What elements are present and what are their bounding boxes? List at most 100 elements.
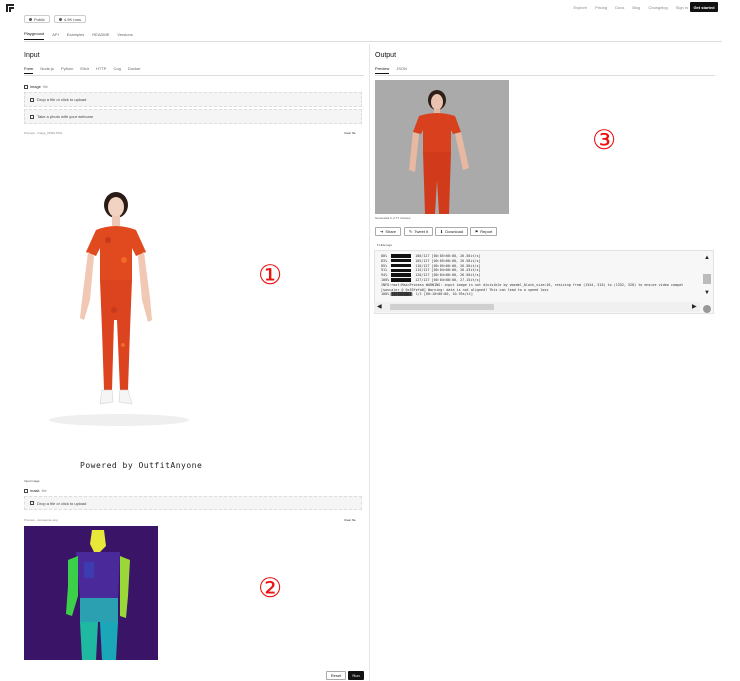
model-badges: Public 4.9K runs	[24, 15, 87, 23]
output-subtabs-divider	[375, 75, 715, 76]
horizontal-scrollbar[interactable]	[374, 302, 700, 312]
tweet-label: Tweet it	[414, 229, 429, 234]
image-type: file	[42, 84, 49, 89]
image-label-text: image	[30, 84, 41, 89]
column-divider	[369, 44, 370, 681]
input-image-preview	[24, 140, 214, 430]
resize-handle-icon[interactable]	[703, 305, 711, 313]
run-button[interactable]: Run	[348, 671, 364, 680]
log-line: INFO:root:MainProcess WARNING: input ima…	[381, 282, 684, 287]
tab-playground[interactable]: Playground	[24, 31, 45, 40]
file-icon	[24, 84, 28, 89]
log-time: [00:04<00:00, 26.43it/s]	[431, 268, 481, 273]
annotation-3: ③	[592, 125, 617, 156]
output-subtabs: Preview JSON	[375, 66, 407, 74]
play-icon	[58, 17, 62, 21]
clear-image-button[interactable]: Clear file	[344, 131, 356, 135]
tweet-button[interactable]: ✎ Tweet it	[404, 227, 433, 236]
webcam-button[interactable]: Take a photo with your webcam	[24, 109, 362, 124]
log-pct: 83%	[381, 258, 388, 263]
mask-type: file	[41, 488, 47, 493]
generated-image	[375, 80, 509, 214]
input-title: Input	[24, 52, 40, 59]
subtab-elixir[interactable]: Elixir	[80, 66, 89, 74]
twitter-icon: ✎	[408, 229, 413, 234]
nav-blog[interactable]: Blog	[632, 5, 640, 10]
tab-readme[interactable]: README	[92, 31, 109, 40]
nav-changelog[interactable]: Changelog	[648, 5, 667, 10]
log-pct: 91%	[381, 268, 388, 273]
subtab-json[interactable]: JSON	[396, 66, 407, 74]
image-field-label: image file	[24, 84, 48, 89]
mask-field-label: mask file	[24, 488, 47, 493]
nav-docs[interactable]: Docs	[615, 5, 624, 10]
horizontal-scrollbar-thumb[interactable]	[390, 304, 494, 310]
log-pct: 94%	[381, 273, 388, 278]
camera-icon	[30, 114, 34, 119]
tabs-divider	[24, 41, 722, 42]
upload-icon	[30, 501, 34, 505]
log-frac: 100/127	[415, 254, 430, 258]
input-subtabs-divider	[24, 75, 364, 76]
subtab-docker[interactable]: Docker	[128, 66, 141, 74]
log-frac: 120/127	[415, 273, 430, 278]
mask-dropzone-text: Drop a file or click to upload	[37, 500, 87, 506]
log-frac: 127/127	[415, 277, 430, 282]
output-image	[375, 80, 509, 214]
nav-explore[interactable]: Explore	[573, 5, 587, 10]
share-label: Share	[385, 229, 397, 234]
report-label: Report	[480, 229, 493, 234]
mask-section-label: Input image	[24, 479, 40, 483]
subtab-cog[interactable]: Cog	[113, 66, 120, 74]
download-button[interactable]: ⬇ Download	[435, 227, 468, 236]
scroll-left-icon[interactable]: ◀	[377, 304, 382, 310]
image-dropzone-text: Drop a file or click to upload	[37, 97, 87, 102]
output-title: Output	[375, 52, 397, 59]
hide-logs-label: Hide logs	[379, 243, 392, 247]
nav-sign-in[interactable]: Sign in	[676, 5, 688, 10]
get-started-button[interactable]: Get started	[690, 2, 718, 12]
progress-bar	[391, 273, 412, 277]
log-frac: 105/127	[415, 258, 430, 263]
log-time: [00:05<00:00, 26.58it/s]	[431, 254, 481, 258]
annotation-2: ②	[258, 573, 283, 604]
subtab-nodejs[interactable]: Node.js	[40, 66, 54, 74]
clear-mask-button[interactable]: Clear file	[344, 518, 356, 522]
subtab-python[interactable]: Python	[61, 66, 73, 74]
watermark-text: Powered by OutfitAnyone	[80, 461, 203, 470]
scroll-right-icon[interactable]: ▶	[692, 304, 697, 310]
vertical-scrollbar-thumb[interactable]	[703, 274, 711, 284]
log-time: [00:04<00:00, 27.15it/s]	[431, 277, 481, 282]
scroll-down-icon[interactable]: ▼	[704, 290, 710, 296]
runs-label: 4.9K runs	[63, 16, 82, 22]
share-button[interactable]: ➜ Share	[375, 227, 401, 236]
report-button[interactable]: ⚑ Report	[470, 227, 497, 236]
subtab-form[interactable]: Form	[24, 66, 34, 74]
subtab-http[interactable]: HTTP	[96, 66, 106, 74]
hide-logs-toggle[interactable]: ▾ Hide logs	[377, 243, 392, 247]
densepose-image	[24, 526, 158, 660]
mask-dropzone[interactable]: Drop a file or click to upload	[24, 496, 362, 510]
progress-bar	[391, 254, 412, 258]
progress-bar	[391, 263, 412, 268]
progress-bar	[391, 259, 412, 263]
tab-playground-label: Playground	[24, 31, 45, 36]
image-dropzone[interactable]: Drop a file or click to upload	[24, 92, 362, 107]
webcam-text: Take a photo with your webcam	[37, 114, 94, 119]
log-frac: 115/127	[415, 268, 430, 273]
log-time: [00:05<00:00, 26.58it/s]	[431, 258, 481, 263]
scroll-up-icon[interactable]: ▲	[704, 255, 710, 261]
tab-versions[interactable]: Versions	[117, 31, 132, 40]
mask-image-preview	[24, 526, 158, 660]
image-preview-label: Preview - image_0PM2.PNG	[24, 131, 63, 135]
upload-icon	[30, 97, 34, 102]
log-pct: 85%	[381, 263, 388, 268]
replicate-logo-icon[interactable]	[6, 4, 14, 12]
nav-pricing[interactable]: Pricing	[595, 5, 607, 10]
reset-button[interactable]: Reset	[326, 671, 346, 680]
tab-examples[interactable]: Examples	[67, 31, 85, 40]
tab-api[interactable]: API	[52, 31, 58, 40]
tab-readme-label: README	[92, 31, 110, 37]
annotation-1: ①	[258, 260, 283, 291]
subtab-preview[interactable]: Preview	[375, 66, 390, 74]
